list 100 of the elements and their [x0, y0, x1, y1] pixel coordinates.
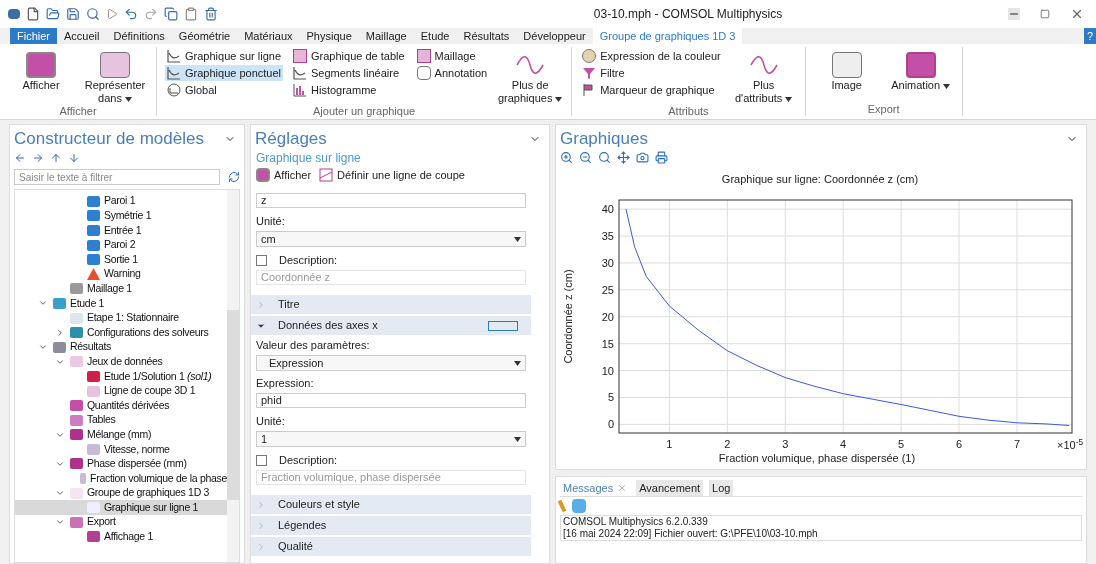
chevron-right-icon[interactable] [55, 327, 65, 338]
ribbon-button[interactable]: Image [813, 47, 880, 103]
tree-item[interactable]: Sortie 1 [15, 252, 227, 267]
tree-item[interactable]: Résultats [15, 339, 227, 355]
tree-item[interactable]: Vitesse, norme [15, 442, 227, 457]
help-button[interactable]: ? [1083, 28, 1096, 44]
new-file-icon[interactable] [26, 7, 40, 21]
ribbon-tab[interactable]: Physique [299, 28, 359, 44]
tree-item[interactable]: Jeux de données [15, 354, 227, 370]
axis-options-icon[interactable] [488, 320, 518, 331]
undo-icon[interactable] [124, 7, 138, 21]
panel-tab[interactable]: Log [709, 480, 734, 496]
refresh-icon[interactable] [228, 171, 240, 183]
tree-item[interactable]: Ligne de coupe 3D 1 [15, 383, 227, 399]
tree-item[interactable]: Graphique sur ligne 1 [15, 500, 227, 516]
text-field[interactable]: z [256, 193, 526, 208]
tree-item[interactable]: Quantités dérivées [15, 398, 227, 413]
tree-item[interactable]: Warning [15, 266, 227, 282]
tree-item[interactable]: Etude 1 [15, 296, 227, 311]
dropdown[interactable]: 1 [256, 431, 526, 447]
tree-item[interactable]: Symétrie 1 [15, 208, 227, 224]
ribbon-tab[interactable]: Géométrie [171, 28, 238, 44]
section-header[interactable]: Données des axes x [251, 314, 531, 335]
copy-icon[interactable] [164, 7, 178, 21]
tree-item[interactable]: Fraction volumique de la phase [15, 471, 227, 486]
action-button[interactable]: Afficher [256, 166, 312, 184]
ribbon-item[interactable]: Graphique ponctuel [165, 65, 283, 81]
checkbox[interactable] [256, 454, 267, 466]
section-header[interactable]: Qualité [251, 535, 531, 556]
tree-item[interactable]: Mélange (mm) [15, 427, 227, 443]
zoom-box-icon[interactable] [598, 150, 611, 164]
message-icon[interactable] [572, 499, 586, 513]
down-arrow-icon[interactable] [68, 152, 80, 164]
tree-item[interactable]: Export [15, 515, 227, 530]
vertical-scrollbar[interactable] [227, 190, 239, 562]
ribbon-tab[interactable]: Groupe de graphiques 1D 3 [592, 28, 743, 44]
search-icon[interactable] [86, 7, 100, 21]
section-header[interactable]: Couleurs et style [251, 493, 531, 514]
ribbon-button[interactable]: Afficher [8, 47, 74, 105]
ribbon-tab[interactable]: Développeur [516, 28, 593, 44]
checkbox[interactable] [256, 254, 267, 266]
tree-item[interactable]: Affichage 1 [15, 529, 227, 545]
ribbon-item[interactable]: Maillage [414, 48, 490, 64]
tree-item[interactable]: Entrée 1 [15, 223, 227, 238]
ribbon-tab[interactable]: Fichier [10, 28, 57, 44]
ribbon-item[interactable]: Expression de la couleur [580, 48, 723, 64]
zoom-out-icon[interactable] [579, 150, 592, 164]
play-icon[interactable] [106, 8, 118, 20]
tree-item[interactable]: Paroi 1 [15, 194, 227, 209]
tree-item[interactable]: Configurations des solveurs [15, 325, 227, 340]
dropdown[interactable]: Expression [256, 355, 526, 371]
close-icon[interactable] [1070, 7, 1084, 21]
paste-icon[interactable] [184, 7, 198, 21]
ribbon-tab[interactable]: Matériaux [237, 28, 300, 44]
tree-item[interactable]: Maillage 1 [15, 281, 227, 297]
redo-icon[interactable] [144, 7, 158, 21]
save-icon[interactable] [66, 7, 80, 21]
restore-icon[interactable] [1040, 9, 1050, 19]
tree-item[interactable]: Etape 1: Stationnaire [15, 310, 227, 326]
ribbon-item[interactable]: Marqueur de graphique [580, 82, 723, 98]
up-arrow-icon[interactable] [50, 152, 62, 164]
ribbon-item[interactable]: Annotation [414, 65, 490, 81]
ribbon-tab[interactable]: Définitions [106, 28, 172, 44]
camera-icon[interactable] [636, 150, 649, 164]
ribbon-item[interactable]: Segments linéaire [291, 65, 407, 81]
open-folder-icon[interactable] [46, 7, 60, 21]
action-button[interactable]: Définir une ligne de coupe [319, 166, 465, 184]
ribbon-item[interactable]: Graphique sur ligne [165, 48, 283, 64]
tree-item[interactable]: Etude 1/Solution 1 (sol1) [15, 369, 227, 384]
ribbon-item[interactable]: Histogramme [291, 82, 407, 98]
minimize-icon[interactable] [1008, 8, 1020, 20]
dropdown[interactable]: cm [256, 231, 526, 247]
section-header[interactable]: Légendes [251, 514, 531, 535]
ribbon-item[interactable]: Global [165, 82, 283, 98]
ribbon-tab[interactable]: Etude [413, 28, 457, 44]
zoom-extents-icon[interactable] [617, 150, 630, 164]
ribbon-button[interactable]: Animation [887, 47, 954, 103]
zoom-in-icon[interactable] [560, 150, 573, 164]
ribbon-tab[interactable]: Maillage [358, 28, 414, 44]
ribbon-button[interactable]: Représenter dans [82, 47, 148, 105]
delete-icon[interactable] [204, 7, 218, 21]
tree-item[interactable]: Phase dispersée (mm) [15, 456, 227, 472]
ribbon-button[interactable]: Plus d'attributs [730, 47, 797, 105]
ribbon-tab[interactable]: Accueil [57, 28, 107, 44]
text-field[interactable]: phid [256, 393, 526, 408]
ribbon-item[interactable]: Graphique de table [291, 48, 407, 64]
back-arrow-icon[interactable] [14, 152, 26, 164]
forward-arrow-icon[interactable] [32, 152, 44, 164]
tree-item[interactable]: Groupe de graphiques 1D 3 [15, 485, 227, 501]
ribbon-tab[interactable]: Résultats [456, 28, 517, 44]
ribbon-item[interactable]: Filtre [580, 65, 723, 81]
broom-icon[interactable] [557, 499, 567, 513]
panel-tab[interactable]: Avancement [636, 480, 704, 496]
chevron-down-icon[interactable] [55, 459, 65, 469]
print-icon[interactable] [655, 150, 668, 164]
tree-item[interactable]: Tables [15, 412, 227, 428]
filter-field[interactable]: Saisir le texte à filtrer [14, 169, 220, 185]
tree-item[interactable]: Paroi 2 [15, 237, 227, 253]
section-header[interactable]: Titre [251, 293, 531, 314]
ribbon-button[interactable]: Plus de graphiques [497, 47, 564, 105]
